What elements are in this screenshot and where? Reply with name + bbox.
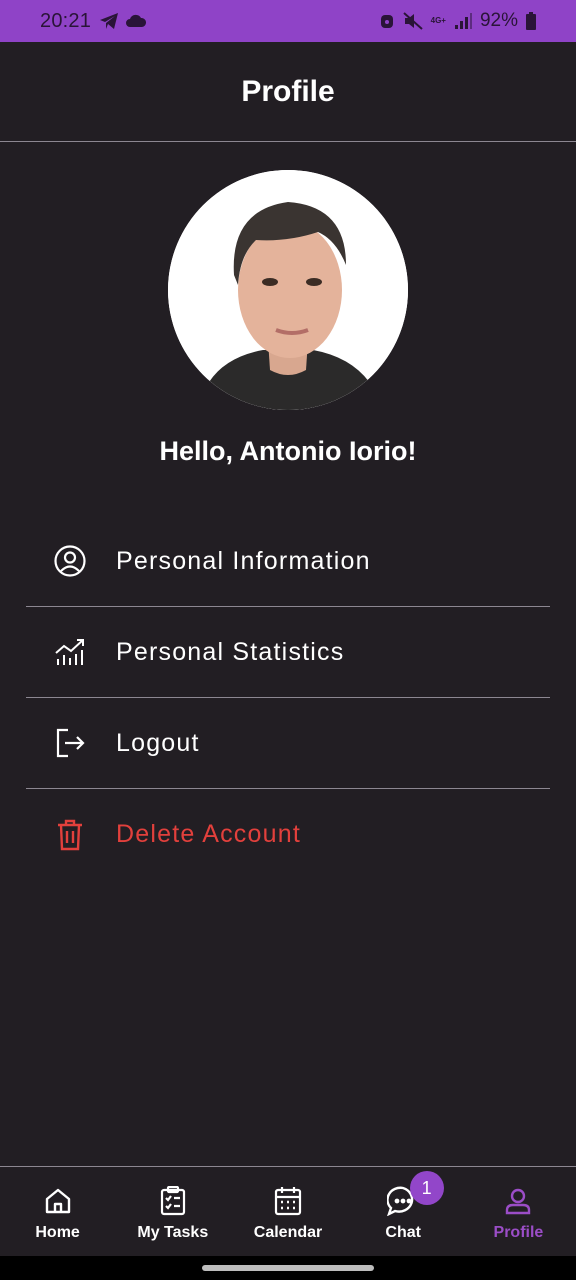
menu-item-label: Personal Information [116,546,371,575]
profile-menu: Personal Information Personal Statistics… [26,516,550,880]
nav-label: Calendar [253,1224,323,1241]
bottom-navigation: Home My Tasks Calendar Chat 1 Profile [0,1166,576,1256]
signal-icon [454,12,472,30]
status-bar: 20:21 4G+ 92% [0,0,576,42]
statistics-icon [50,632,90,672]
nav-item-my-tasks[interactable]: My Tasks [115,1167,230,1256]
home-icon [42,1185,74,1217]
status-time: 20:21 [40,9,92,32]
menu-item-delete-account[interactable]: Delete Account [26,789,550,880]
cloud-icon [125,14,147,28]
account-circle-icon [50,541,90,581]
menu-item-personal-information[interactable]: Personal Information [26,516,550,607]
alarm-icon [379,12,395,30]
network-label: 4G+ [430,16,446,25]
nav-item-home[interactable]: Home [0,1167,115,1256]
nav-item-calendar[interactable]: Calendar [230,1167,345,1256]
nav-label: Home [35,1224,80,1241]
nav-label: Chat [385,1224,421,1241]
telegram-icon [99,12,119,30]
gesture-handle[interactable] [202,1265,374,1271]
nav-item-profile[interactable]: Profile [461,1167,576,1256]
avatar[interactable] [168,170,408,410]
greeting-text: Hello, Antonio Iorio! [159,436,417,466]
menu-item-label: Delete Account [116,820,301,848]
system-gesture-bar [0,1256,576,1280]
unread-badge: 1 [409,1171,444,1205]
clipboard-icon [157,1185,189,1217]
nav-label: Profile [493,1224,544,1241]
menu-item-personal-statistics[interactable]: Personal Statistics [26,607,550,698]
nav-label: My Tasks [137,1224,209,1241]
mute-icon [402,12,423,30]
app-header: Profile [0,42,576,142]
logout-icon [50,723,90,763]
page-title: Profile [241,74,335,108]
menu-item-label: Personal Statistics [116,637,345,666]
nav-item-chat[interactable]: Chat 1 [346,1167,461,1256]
battery-icon [526,12,536,30]
profile-photo [168,170,408,410]
calendar-icon [272,1185,304,1217]
person-icon [502,1185,534,1217]
menu-item-label: Logout [116,728,200,757]
trash-icon [50,815,90,855]
battery-text: 92% [479,10,518,31]
menu-item-logout[interactable]: Logout [26,698,550,789]
